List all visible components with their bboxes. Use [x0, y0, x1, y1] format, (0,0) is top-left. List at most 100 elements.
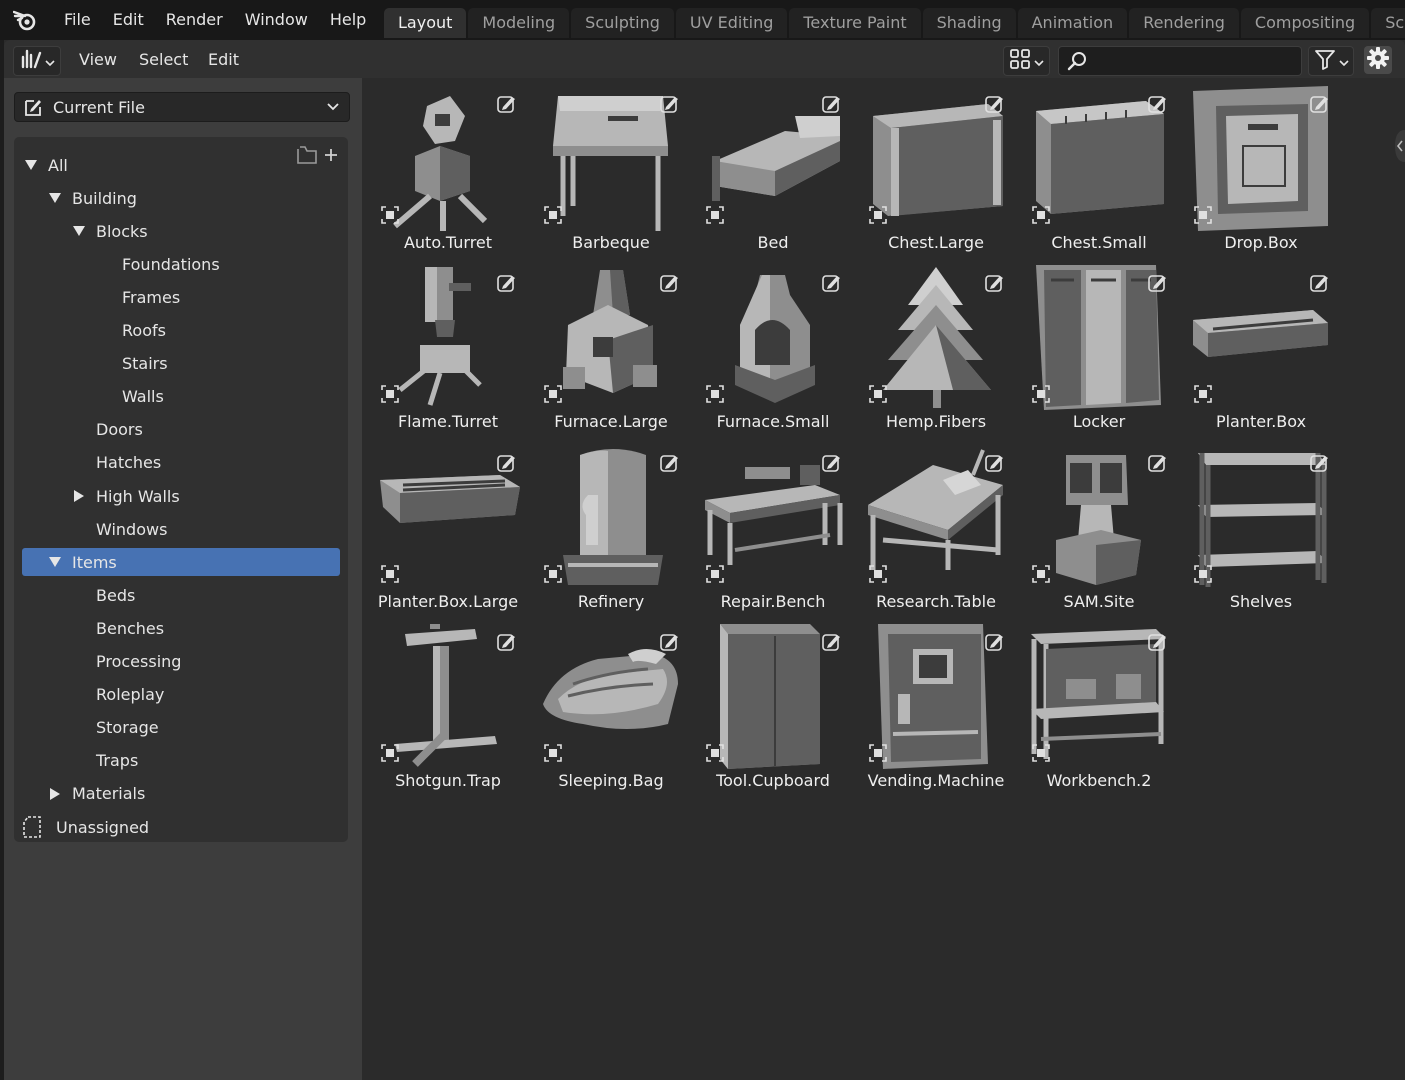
search-input[interactable] [1095, 51, 1299, 71]
expand-open-icon[interactable] [48, 555, 62, 569]
catalog-item-all[interactable]: All [22, 151, 340, 179]
asset-tile-tool-cupboard[interactable]: Tool.Cupboard [692, 620, 854, 798]
asset-tile-hemp-fibers[interactable]: Hemp.Fibers [855, 261, 1017, 439]
catalog-item-materials[interactable]: Materials [22, 780, 340, 808]
edit-asset-icon[interactable] [1310, 453, 1330, 473]
catalog-item-unassigned[interactable]: Unassigned [22, 813, 340, 841]
asset-tile-locker[interactable]: Locker [1018, 261, 1180, 439]
asset-tile-drop-box[interactable]: Drop.Box [1180, 82, 1342, 260]
edit-asset-icon[interactable] [985, 94, 1005, 114]
catalog-item-stairs[interactable]: Stairs [22, 350, 340, 378]
catalog-item-items[interactable]: Items [22, 548, 340, 577]
edit-asset-icon[interactable] [985, 632, 1005, 652]
catalog-item-doors[interactable]: Doors [22, 416, 340, 444]
tab-rendering[interactable]: Rendering [1129, 8, 1239, 38]
catalog-item-processing[interactable]: Processing [22, 648, 340, 676]
filter-button[interactable] [1308, 46, 1354, 76]
edit-asset-icon[interactable] [1310, 94, 1330, 114]
tab-uv-editing[interactable]: UV Editing [675, 8, 788, 38]
asset-tile-sleeping-bag[interactable]: Sleeping.Bag [530, 620, 692, 798]
catalog-item-beds[interactable]: Beds [22, 581, 340, 609]
asset-tile-shelves[interactable]: Shelves [1180, 441, 1342, 619]
catalog-item-hatches[interactable]: Hatches [22, 449, 340, 477]
menu-render[interactable]: Render [155, 0, 234, 40]
expand-open-icon[interactable] [48, 191, 62, 205]
expand-open-icon[interactable] [24, 158, 38, 172]
edit-asset-icon[interactable] [660, 94, 680, 114]
edit-asset-icon[interactable] [985, 453, 1005, 473]
asset-tile-planter-box-large[interactable]: Planter.Box.Large [367, 441, 529, 619]
catalog-item-roleplay[interactable]: Roleplay [22, 681, 340, 709]
edit-asset-icon[interactable] [497, 453, 517, 473]
settings-button[interactable] [1364, 46, 1392, 74]
tab-texture-paint[interactable]: Texture Paint [789, 8, 921, 38]
asset-tile-sam-site[interactable]: SAM.Site [1018, 441, 1180, 619]
tab-modeling[interactable]: Modeling [468, 8, 570, 38]
edit-asset-icon[interactable] [1148, 94, 1168, 114]
menu-help[interactable]: Help [319, 0, 377, 40]
menu-edit[interactable]: Edit [102, 0, 155, 40]
tab-layout[interactable]: Layout [384, 8, 467, 38]
menu-file[interactable]: File [53, 0, 102, 40]
catalog-item-benches[interactable]: Benches [22, 614, 340, 642]
tab-scripting[interactable]: Scripting [1371, 8, 1405, 38]
edit-asset-icon[interactable] [822, 94, 842, 114]
asset-tile-bed[interactable]: Bed [692, 82, 854, 260]
catalog-item-high-walls[interactable]: High Walls [22, 482, 340, 510]
catalog-item-blocks[interactable]: Blocks [22, 217, 340, 245]
asset-tile-shotgun-trap[interactable]: Shotgun.Trap [367, 620, 529, 798]
edit-asset-icon[interactable] [497, 632, 517, 652]
edit-asset-icon[interactable] [660, 632, 680, 652]
asset-tile-research-table[interactable]: Research.Table [855, 441, 1017, 619]
asset-tile-vending-machine[interactable]: Vending.Machine [855, 620, 1017, 798]
catalog-item-roofs[interactable]: Roofs [22, 317, 340, 345]
asset-tile-refinery[interactable]: Refinery [530, 441, 692, 619]
tab-sculpting[interactable]: Sculpting [571, 8, 674, 38]
menu-view[interactable]: View [79, 40, 117, 78]
menu-edit-assets[interactable]: Edit [208, 40, 239, 78]
edit-asset-icon[interactable] [1148, 273, 1168, 293]
edit-asset-icon[interactable] [1148, 632, 1168, 652]
catalog-item-traps[interactable]: Traps [22, 747, 340, 775]
asset-tile-chest-large[interactable]: Chest.Large [855, 82, 1017, 260]
asset-tile-workbench-2[interactable]: Workbench.2 [1018, 620, 1180, 798]
edit-asset-icon[interactable] [1310, 273, 1330, 293]
asset-tile-flame-turret[interactable]: Flame.Turret [367, 261, 529, 439]
edit-asset-icon[interactable] [822, 453, 842, 473]
tab-compositing[interactable]: Compositing [1240, 8, 1370, 38]
edit-asset-icon[interactable] [497, 94, 517, 114]
edit-asset-icon[interactable] [822, 273, 842, 293]
edit-asset-icon[interactable] [822, 632, 842, 652]
library-dropdown[interactable]: Current File [14, 92, 350, 122]
tab-shading[interactable]: Shading [922, 8, 1016, 38]
asset-tile-repair-bench[interactable]: Repair.Bench [692, 441, 854, 619]
asset-tile-barbeque[interactable]: Barbeque [530, 82, 692, 260]
display-mode-button[interactable] [1003, 46, 1050, 76]
expand-closed-icon[interactable] [48, 787, 62, 801]
expand-open-icon[interactable] [72, 224, 86, 238]
edit-asset-icon[interactable] [660, 273, 680, 293]
tab-animation[interactable]: Animation [1017, 8, 1128, 38]
asset-tile-planter-box[interactable]: Planter.Box [1180, 261, 1342, 439]
edit-asset-icon[interactable] [985, 273, 1005, 293]
asset-tile-furnace-large[interactable]: Furnace.Large [530, 261, 692, 439]
search-field[interactable] [1058, 46, 1302, 76]
edit-asset-icon[interactable] [497, 273, 517, 293]
menu-select[interactable]: Select [139, 40, 188, 78]
region-toggle-icon[interactable] [1393, 130, 1405, 162]
asset-tile-furnace-small[interactable]: Furnace.Small [692, 261, 854, 439]
asset-tile-auto-turret[interactable]: Auto.Turret [367, 82, 529, 260]
catalog-item-windows[interactable]: Windows [22, 515, 340, 543]
catalog-item-storage[interactable]: Storage [22, 714, 340, 742]
menu-window[interactable]: Window [234, 0, 319, 40]
blender-logo-icon[interactable] [13, 7, 39, 33]
editor-type-selector[interactable] [13, 46, 61, 76]
asset-tile-chest-small[interactable]: Chest.Small [1018, 82, 1180, 260]
expand-closed-icon[interactable] [72, 489, 86, 503]
edit-asset-icon[interactable] [660, 453, 680, 473]
catalog-item-building[interactable]: Building [22, 184, 340, 212]
catalog-item-walls[interactable]: Walls [22, 383, 340, 411]
catalog-item-foundations[interactable]: Foundations [22, 250, 340, 278]
edit-asset-icon[interactable] [1148, 453, 1168, 473]
catalog-item-frames[interactable]: Frames [22, 283, 340, 311]
